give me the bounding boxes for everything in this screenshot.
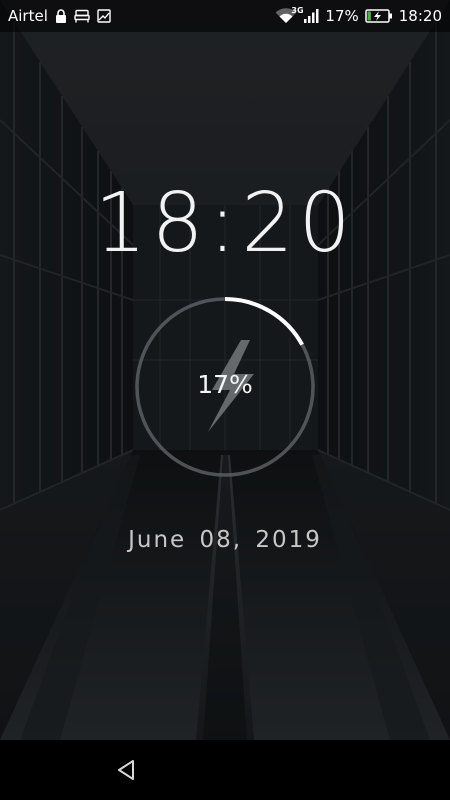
lock-screen: Airtel 3G 17% 18:20 18:20 17% June 08, 2… [0,0,450,800]
battery-charging-icon [365,8,393,24]
bed-icon [74,9,90,23]
status-time: 18:20 [398,7,442,25]
lockscreen-clock: 18:20 [94,176,356,271]
image-icon [97,9,111,23]
lock-icon [55,9,67,23]
lockscreen-date: June 08, 2019 [128,527,322,553]
battery-level-text: 17% [197,370,253,399]
carrier-name: Airtel [8,7,48,25]
signal-icon: 3G [291,7,319,24]
battery-progress-ring: 17% [130,292,320,482]
battery-percent-label: 17% [325,7,359,25]
back-triangle-icon [118,760,134,780]
network-type-label: 3G [291,6,304,15]
back-button[interactable] [106,752,146,788]
navigation-bar [0,740,450,800]
status-bar: Airtel 3G 17% 18:20 [0,0,450,32]
